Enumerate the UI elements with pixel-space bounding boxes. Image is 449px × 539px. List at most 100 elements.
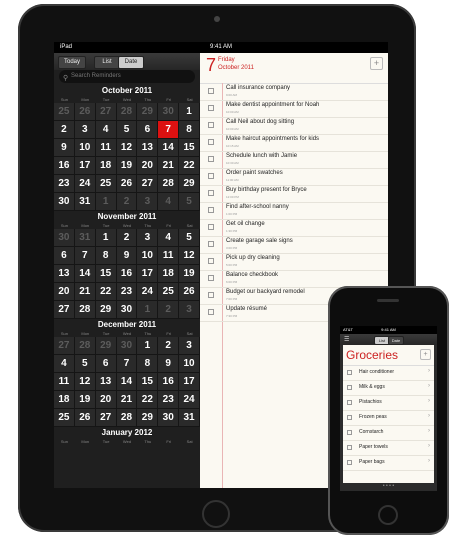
calendar-day[interactable]: 30 xyxy=(158,103,180,121)
checkbox[interactable] xyxy=(208,292,214,298)
calendar-day[interactable]: 14 xyxy=(74,265,96,283)
checkbox[interactable] xyxy=(347,400,352,405)
calendar-day[interactable]: 1 xyxy=(95,193,117,211)
calendar-day[interactable]: 4 xyxy=(158,193,180,211)
grocery-item[interactable]: Paper towels › xyxy=(343,441,434,456)
calendar-day[interactable]: 12 xyxy=(179,247,200,265)
calendar-day[interactable]: 27 xyxy=(54,337,75,355)
calendar-day[interactable]: 28 xyxy=(116,409,138,427)
calendar-day[interactable]: 13 xyxy=(95,373,117,391)
calendar-day[interactable]: 29 xyxy=(137,103,159,121)
checkbox[interactable] xyxy=(208,309,214,315)
checkbox[interactable] xyxy=(208,275,214,281)
checkbox[interactable] xyxy=(208,88,214,94)
calendar-day[interactable]: 30 xyxy=(54,193,75,211)
menu-icon[interactable]: ☰ xyxy=(344,336,349,343)
calendar-day[interactable]: 26 xyxy=(179,283,200,301)
calendar-day[interactable]: 4 xyxy=(158,229,180,247)
calendar-day[interactable]: 20 xyxy=(54,283,75,301)
grocery-item[interactable]: Cornstarch › xyxy=(343,426,434,441)
calendar-day[interactable]: 10 xyxy=(179,355,200,373)
reminder-item[interactable]: Order paint swatches 11:00 AM xyxy=(200,169,388,186)
calendar-day[interactable]: 2 xyxy=(158,337,180,355)
calendar-day[interactable]: 8 xyxy=(179,121,200,139)
calendar-day[interactable]: 5 xyxy=(74,355,96,373)
calendar-day[interactable]: 30 xyxy=(54,229,75,247)
grocery-item[interactable]: Hair conditioner › xyxy=(343,366,434,381)
checkbox[interactable] xyxy=(208,173,214,179)
calendar-day[interactable]: 29 xyxy=(95,301,117,319)
calendar-day[interactable]: 15 xyxy=(179,139,200,157)
calendar-day[interactable]: 4 xyxy=(95,121,117,139)
tab-date[interactable]: Date xyxy=(118,56,144,69)
calendar-day[interactable]: 23 xyxy=(54,175,75,193)
calendar-day[interactable]: 16 xyxy=(116,265,138,283)
grocery-item[interactable]: Frozen peas › xyxy=(343,411,434,426)
calendar-day[interactable]: 30 xyxy=(158,409,180,427)
calendar-day[interactable]: 25 xyxy=(158,283,180,301)
calendar-day[interactable]: 1 xyxy=(95,229,117,247)
calendar-day[interactable]: 17 xyxy=(179,373,200,391)
checkbox[interactable] xyxy=(208,258,214,264)
calendar-day[interactable]: 4 xyxy=(54,355,75,373)
calendar-day[interactable]: 23 xyxy=(158,391,180,409)
calendar-day[interactable]: 10 xyxy=(137,247,159,265)
calendar-day[interactable]: 24 xyxy=(74,175,96,193)
calendar-day[interactable]: 9 xyxy=(116,247,138,265)
checkbox[interactable] xyxy=(208,105,214,111)
calendar-day[interactable]: 19 xyxy=(74,391,96,409)
calendar-day[interactable]: 1 xyxy=(137,301,159,319)
calendar-day[interactable]: 25 xyxy=(54,409,75,427)
calendar-day[interactable]: 3 xyxy=(137,193,159,211)
reminder-item[interactable]: Make haircut appointments for kids 10:15 … xyxy=(200,135,388,152)
calendar-day[interactable]: 17 xyxy=(74,157,96,175)
calendar-day[interactable]: 7 xyxy=(116,355,138,373)
calendar-day[interactable]: 5 xyxy=(116,121,138,139)
calendar-day[interactable]: 23 xyxy=(116,283,138,301)
checkbox[interactable] xyxy=(208,207,214,213)
calendar-day[interactable]: 11 xyxy=(54,373,75,391)
checkbox[interactable] xyxy=(208,156,214,162)
calendar-day[interactable]: 31 xyxy=(74,193,96,211)
calendar-day[interactable]: 31 xyxy=(179,409,200,427)
calendar-day[interactable]: 31 xyxy=(74,229,96,247)
calendar-day[interactable]: 30 xyxy=(116,301,138,319)
calendar-day[interactable]: 19 xyxy=(116,157,138,175)
iphone-add-button[interactable]: + xyxy=(420,349,431,360)
calendar-day[interactable]: 2 xyxy=(54,121,75,139)
calendar-day[interactable]: 19 xyxy=(179,265,200,283)
calendar-day[interactable]: 21 xyxy=(74,283,96,301)
calendar-day[interactable]: 8 xyxy=(137,355,159,373)
calendar-day-selected[interactable]: 7 xyxy=(158,121,180,139)
checkbox[interactable] xyxy=(347,460,352,465)
calendar-day[interactable]: 26 xyxy=(116,175,138,193)
calendar-day[interactable]: 1 xyxy=(179,103,200,121)
calendar-day[interactable]: 21 xyxy=(158,157,180,175)
calendar-day[interactable]: 11 xyxy=(158,247,180,265)
checkbox[interactable] xyxy=(208,224,214,230)
checkbox[interactable] xyxy=(208,122,214,128)
calendar-day[interactable]: 2 xyxy=(116,193,138,211)
home-button[interactable] xyxy=(202,500,230,528)
calendar-day[interactable]: 25 xyxy=(95,175,117,193)
iphone-home-button[interactable] xyxy=(378,505,398,525)
tab-list[interactable]: List xyxy=(94,56,120,69)
reminder-item[interactable]: Get oil change 1:30 PM xyxy=(200,220,388,237)
calendar-day[interactable]: 27 xyxy=(137,175,159,193)
iphone-tab-date[interactable]: Date xyxy=(388,336,404,345)
calendar-day[interactable]: 22 xyxy=(179,157,200,175)
calendar-day[interactable]: 28 xyxy=(116,103,138,121)
calendar-day[interactable]: 26 xyxy=(74,103,96,121)
search-input[interactable]: ⚲ Search Reminders xyxy=(59,70,195,83)
grocery-item[interactable]: Milk & eggs › xyxy=(343,381,434,396)
calendar-day[interactable]: 13 xyxy=(137,139,159,157)
reminder-item[interactable]: Find after-school nanny 1:00 PM xyxy=(200,203,388,220)
calendar-day[interactable]: 3 xyxy=(74,121,96,139)
calendar-day[interactable]: 14 xyxy=(158,139,180,157)
calendar-day[interactable]: 6 xyxy=(54,247,75,265)
calendar-day[interactable]: 24 xyxy=(179,391,200,409)
calendar-day[interactable]: 14 xyxy=(116,373,138,391)
calendar-day[interactable]: 18 xyxy=(54,391,75,409)
calendar-day[interactable]: 24 xyxy=(137,283,159,301)
reminder-item[interactable]: Call insurance company 9:00 AM xyxy=(200,84,388,101)
